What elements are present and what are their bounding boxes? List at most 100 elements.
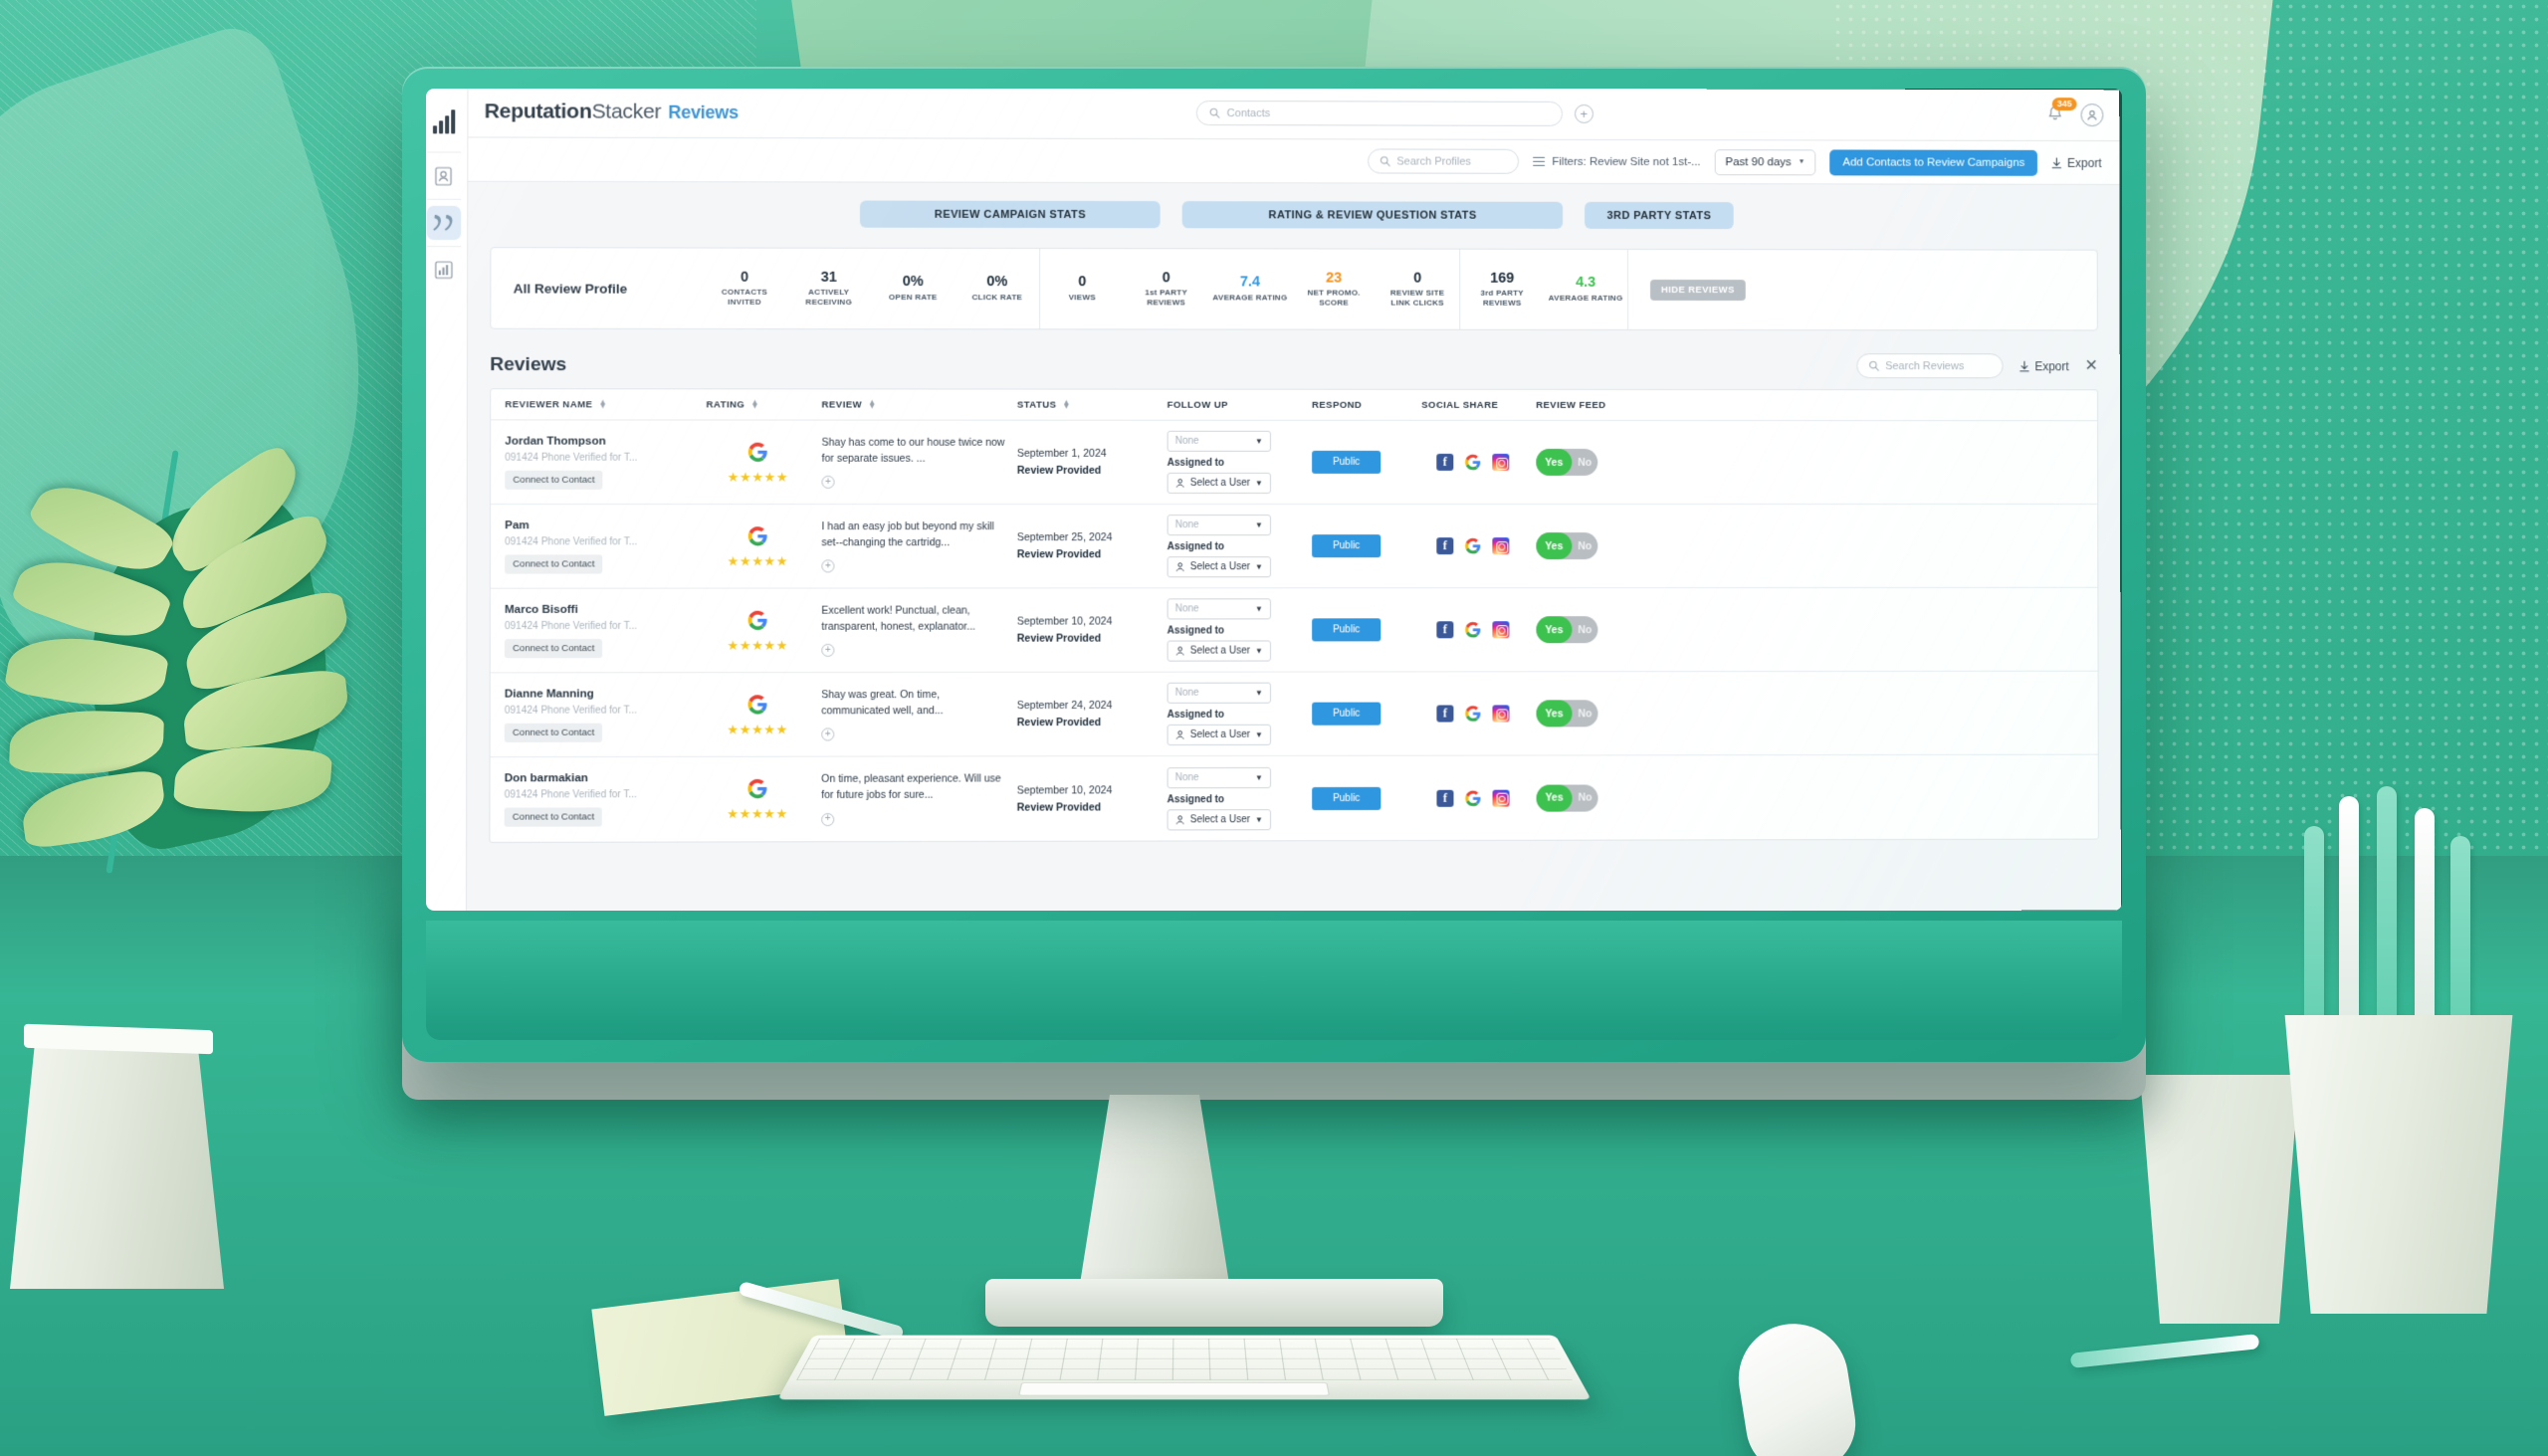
monitor-chin (426, 921, 2122, 1040)
toggle-yes-label: Yes (1545, 456, 1564, 469)
instagram-share-icon[interactable] (1492, 705, 1510, 723)
assigned-user-select[interactable]: Select a User ▼ (1167, 724, 1272, 746)
expand-review-icon[interactable]: + (821, 728, 835, 741)
column-header-reviewer-name[interactable]: REVIEWER NAME ▲ ▼ (493, 397, 694, 410)
filters-button[interactable]: Filters: Review Site not 1st-... (1533, 155, 1701, 168)
sort-icon[interactable]: ▲ ▼ (599, 397, 607, 410)
quote-marks-icon (432, 214, 452, 231)
follow-up-select[interactable]: None ▼ (1167, 598, 1272, 620)
google-share-icon (1465, 706, 1481, 722)
facebook-share-icon[interactable]: f (1436, 453, 1454, 471)
reviews-export-button[interactable]: Export (2018, 359, 2069, 373)
reviewer-name: Don barmakian (504, 772, 588, 785)
instagram-share-icon[interactable] (1492, 621, 1510, 639)
follow-up-value: None (1174, 435, 1199, 447)
respond-public-button[interactable]: Public (1312, 786, 1381, 810)
brand-bold: Reputation (484, 99, 592, 123)
assigned-user-select[interactable]: Select a User ▼ (1167, 472, 1271, 494)
search-profiles-input[interactable]: Search Profiles (1368, 148, 1520, 174)
instagram-share-icon[interactable] (1492, 453, 1510, 471)
stat-views: 0 VIEWS (1040, 275, 1124, 303)
stat-value: 0% (902, 274, 924, 291)
sort-icon[interactable]: ▲ ▼ (1062, 397, 1070, 410)
cell-respond: Public (1300, 515, 1409, 577)
add-contacts-to-review-campaigns-button[interactable]: Add Contacts to Review Campaigns (1829, 148, 2038, 176)
cell-social-share: f (1409, 766, 1524, 830)
tab-label: REVIEW CAMPAIGN STATS (934, 208, 1087, 221)
connect-to-contact-button[interactable]: Connect to Contact (505, 470, 603, 490)
connect-to-contact-button[interactable]: Connect to Contact (504, 638, 603, 658)
connect-to-contact-button[interactable]: Connect to Contact (504, 807, 603, 827)
sidebar-item-contacts[interactable] (426, 159, 460, 193)
respond-public-button[interactable]: Public (1312, 450, 1381, 474)
cell-status: September 10, 2024 Review Provided (1005, 598, 1156, 661)
stat-label: OPEN RATE (888, 292, 938, 302)
sidebar-item-analytics[interactable] (426, 253, 460, 287)
follow-up-select[interactable]: None ▼ (1167, 515, 1271, 536)
sort-icon[interactable]: ▲ ▼ (868, 397, 876, 410)
expand-review-icon[interactable]: + (821, 559, 835, 573)
brand-logo[interactable]: ReputationStacker Reviews (485, 100, 739, 124)
cell-social-share: f (1409, 515, 1524, 577)
export-button[interactable]: Export (2051, 155, 2102, 169)
review-feed-toggle[interactable]: Yes No (1536, 700, 1598, 728)
user-icon (1175, 814, 1185, 825)
contacts-search-input[interactable]: Contacts (1195, 100, 1563, 126)
table-row[interactable]: Jordan Thompson 091424 Phone Verified fo… (491, 420, 2098, 506)
assigned-user-select[interactable]: Select a User ▼ (1167, 808, 1272, 830)
assigned-user-select[interactable]: Select a User ▼ (1167, 556, 1271, 578)
follow-up-select[interactable]: None ▼ (1167, 682, 1272, 704)
instagram-share-icon[interactable] (1492, 537, 1510, 555)
expand-review-icon[interactable]: + (821, 812, 835, 826)
facebook-share-icon[interactable]: f (1436, 621, 1454, 639)
review-feed-toggle[interactable]: Yes No (1536, 783, 1598, 812)
respond-public-button[interactable]: Public (1312, 618, 1381, 642)
column-header-rating[interactable]: RATING ▲ ▼ (694, 397, 809, 410)
stat-1st-party-reviews: 0 1st PARTY REVIEWS (1124, 270, 1207, 308)
date-range-select[interactable]: Past 90 days ▼ (1714, 148, 1816, 175)
respond-public-button[interactable]: Public (1312, 534, 1381, 558)
table-row[interactable]: Marco Bisoffi 091424 Phone Verified for … (490, 587, 2098, 674)
add-contact-button[interactable]: + (1574, 104, 1593, 123)
stat-average-rating-first-party: 7.4 AVERAGE RATING (1208, 275, 1292, 303)
tab-3rd-party-stats[interactable]: 3RD PARTY STATS (1585, 201, 1734, 230)
stats-group-third-party: 169 3rd PARTY REVIEWS 4.3 AVERAGE RATING (1460, 249, 1629, 329)
avatar[interactable] (2080, 104, 2104, 127)
table-row[interactable]: Pam 091424 Phone Verified for T... Conne… (490, 504, 2098, 589)
review-feed-toggle[interactable]: Yes No (1536, 616, 1598, 644)
google-share-icon (1465, 537, 1481, 554)
tab-rating-review-question-stats[interactable]: RATING & REVIEW QUESTION STATS (1181, 201, 1564, 229)
hide-reviews-button[interactable]: HIDE REVIEWS (1650, 279, 1746, 301)
respond-public-button[interactable]: Public (1312, 702, 1381, 726)
close-reviews-panel-button[interactable]: ✕ (2085, 357, 2098, 374)
stat-value: 23 (1326, 270, 1343, 287)
follow-up-select[interactable]: None ▼ (1167, 430, 1271, 452)
sidebar-item-reviews[interactable] (426, 205, 461, 241)
column-header-review[interactable]: REVIEW ▲ ▼ (809, 397, 1004, 410)
connect-to-contact-button[interactable]: Connect to Contact (505, 553, 603, 574)
tab-review-campaign-stats[interactable]: REVIEW CAMPAIGN STATS (860, 200, 1161, 229)
table-row[interactable]: Don barmakian 091424 Phone Verified for … (490, 755, 2097, 842)
google-icon (747, 610, 767, 630)
expand-review-icon[interactable]: + (821, 644, 835, 658)
notifications-button[interactable]: 345 (2046, 97, 2077, 126)
expand-review-icon[interactable]: + (821, 476, 835, 490)
stat-value: 0 (1413, 270, 1422, 287)
facebook-share-icon[interactable]: f (1436, 789, 1454, 807)
assigned-user-select[interactable]: Select a User ▼ (1167, 640, 1272, 662)
search-reviews-input[interactable]: Search Reviews (1856, 353, 2004, 379)
sort-icon[interactable]: ▲ ▼ (750, 397, 758, 410)
connect-to-contact-button[interactable]: Connect to Contact (504, 723, 603, 742)
facebook-share-icon[interactable]: f (1436, 705, 1454, 723)
review-feed-toggle[interactable]: Yes No (1536, 448, 1598, 476)
assigned-to-label: Assigned to (1167, 793, 1225, 805)
follow-up-select[interactable]: None ▼ (1167, 766, 1272, 788)
instagram-share-icon[interactable] (1492, 789, 1510, 807)
column-header-status[interactable]: STATUS ▲ ▼ (1005, 397, 1156, 410)
review-feed-toggle[interactable]: Yes No (1536, 532, 1598, 560)
table-row[interactable]: Dianne Manning 091424 Phone Verified for… (490, 671, 2098, 758)
stat-label: AVERAGE RATING (1212, 293, 1288, 303)
stat-average-rating-third-party: 4.3 AVERAGE RATING (1544, 275, 1627, 303)
assigned-user-value: Select a User (1189, 645, 1250, 657)
facebook-share-icon[interactable]: f (1436, 537, 1454, 555)
